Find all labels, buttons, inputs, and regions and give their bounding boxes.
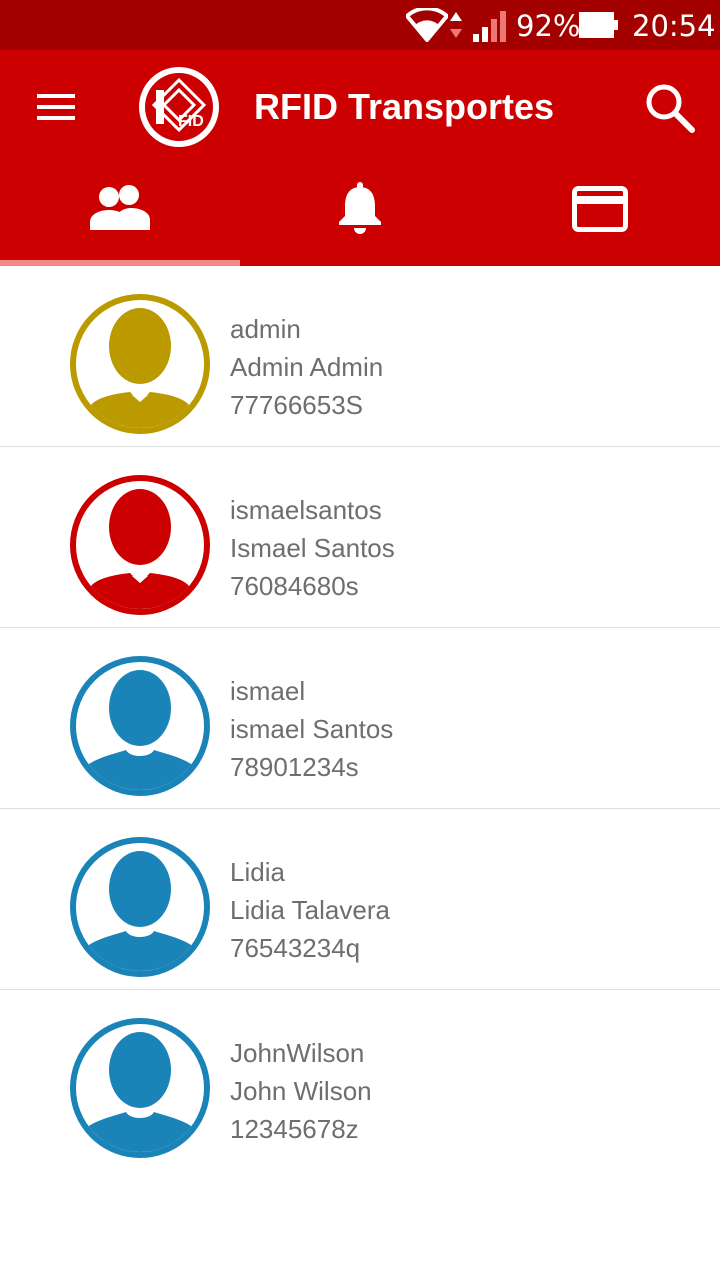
tab-cards[interactable] <box>480 162 720 266</box>
user-avatar <box>70 1018 210 1158</box>
search-icon <box>646 84 695 133</box>
list-item[interactable]: ismael ismael Santos 78901234s <box>0 628 720 809</box>
user-info: Lidia Lidia Talavera 76543234q <box>230 853 390 967</box>
user-id: 76084680s <box>230 571 359 601</box>
user-avatar <box>70 656 210 796</box>
full-name: ismael Santos <box>230 714 394 744</box>
username: ismael <box>230 676 306 706</box>
menu-icon <box>37 94 75 120</box>
rfid-logo: FID <box>139 67 219 147</box>
status-bar: 92% 20:54 <box>0 0 720 50</box>
tab-notifications[interactable] <box>240 162 480 266</box>
username: Lidia <box>230 857 285 887</box>
user-info: ismael ismael Santos 78901234s <box>230 672 393 786</box>
logo-text: FID <box>178 113 204 130</box>
people-icon <box>90 185 150 230</box>
app-title: RFID Transportes <box>254 86 555 127</box>
user-info: admin Admin Admin 77766653S <box>230 310 383 424</box>
user-tie-avatar <box>70 294 210 434</box>
card-icon <box>572 186 628 232</box>
list-item[interactable]: Lidia Lidia Talavera 76543234q <box>0 809 720 990</box>
user-avatar <box>70 837 210 977</box>
username: JohnWilson <box>230 1038 365 1068</box>
list-item[interactable]: ismaelsantos Ismael Santos 76084680s <box>0 447 720 628</box>
user-id: 78901234s <box>230 752 359 782</box>
full-name: Ismael Santos <box>230 533 395 563</box>
full-name: Admin Admin <box>230 352 384 382</box>
user-info: JohnWilson John Wilson 12345678z <box>230 1034 372 1148</box>
tab-users[interactable] <box>0 162 240 266</box>
full-name: Lidia Talavera <box>230 895 390 925</box>
tab-bar <box>0 162 720 266</box>
battery-icon <box>579 12 618 38</box>
search-button[interactable] <box>640 78 700 138</box>
wifi-icon <box>406 8 448 42</box>
full-name: John Wilson <box>230 1076 372 1106</box>
user-id: 76543234q <box>230 933 361 963</box>
user-id: 77766653S <box>230 390 364 420</box>
list-item[interactable]: JohnWilson John Wilson 12345678z <box>0 990 720 1171</box>
list-item[interactable]: admin Admin Admin 77766653S <box>0 266 720 447</box>
bell-icon <box>339 182 381 234</box>
user-info: ismaelsantos Ismael Santos 76084680s <box>230 491 395 605</box>
user-list: admin Admin Admin 77766653S ismaelsantos… <box>0 266 720 1171</box>
user-id: 12345678z <box>230 1114 359 1144</box>
clock: 20:54 <box>632 9 716 43</box>
signal-icon <box>473 11 506 42</box>
menu-button[interactable] <box>24 82 88 132</box>
data-updown-icon <box>450 12 462 38</box>
user-tie-avatar <box>70 475 210 615</box>
battery-percentage: 92% <box>516 9 581 43</box>
app-bar: FID RFID Transportes <box>0 50 720 162</box>
username: ismaelsantos <box>230 495 382 525</box>
username: admin <box>230 314 301 344</box>
